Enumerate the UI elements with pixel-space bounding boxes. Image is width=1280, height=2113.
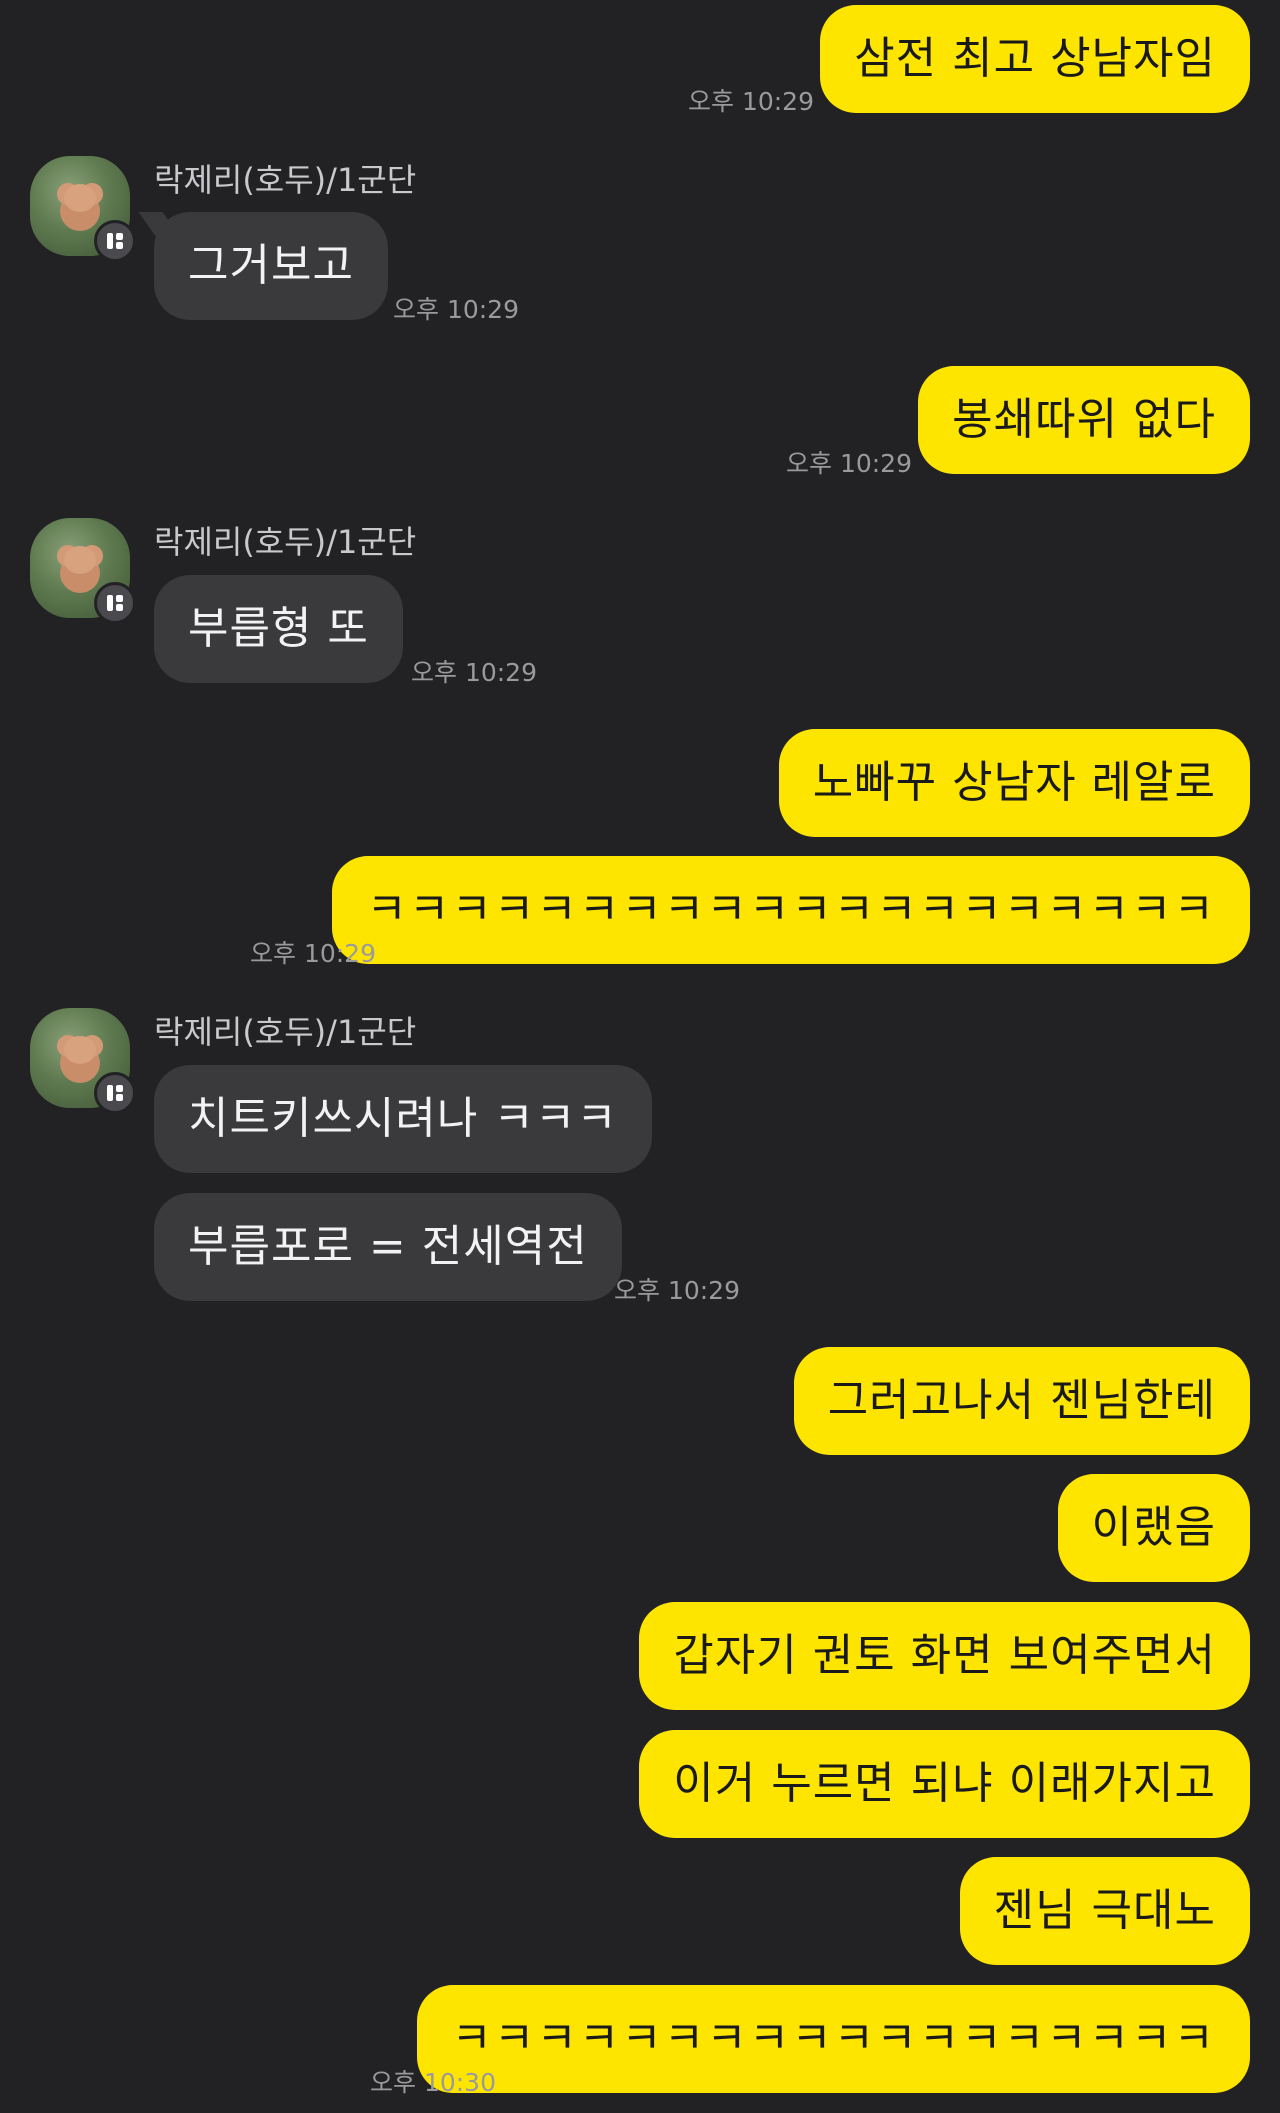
- sender-avatar[interactable]: [30, 518, 136, 624]
- channel-badge-icon: [94, 1072, 136, 1114]
- sender-name: 락제리(호두)/1군단: [154, 1013, 417, 1051]
- message-bubble-outgoing[interactable]: 이거 누르면 되냐 이래가지고: [639, 1730, 1250, 1838]
- message-bubble-outgoing[interactable]: 갑자기 권토 화면 보여주면서: [639, 1602, 1250, 1710]
- message-bubble-outgoing[interactable]: 그러고나서 젠님한테: [793, 1347, 1250, 1455]
- channel-badge-icon: [94, 582, 136, 624]
- message-bubble-incoming[interactable]: 그거보고: [154, 212, 388, 320]
- message-bubble-outgoing[interactable]: 노빠꾸 상남자 레알로: [778, 729, 1250, 837]
- message-bubble-outgoing[interactable]: ㅋㅋㅋㅋㅋㅋㅋㅋㅋㅋㅋㅋㅋㅋㅋㅋㅋㅋㅋㅋ: [332, 856, 1250, 964]
- chat-room[interactable]: 삼전 최고 상남자임 오후 10:29 락제리(호두)/1군단 그거보고 오후 …: [0, 0, 1280, 2113]
- message-timestamp: 오후 10:29: [411, 658, 537, 687]
- message-bubble-incoming[interactable]: 치트키쓰시려나 ㅋㅋㅋ: [154, 1065, 652, 1173]
- message-timestamp: 오후 10:29: [393, 295, 519, 324]
- message-timestamp: 오후 10:29: [614, 1276, 740, 1305]
- message-bubble-outgoing[interactable]: 삼전 최고 상남자임: [820, 5, 1250, 113]
- message-bubble-incoming[interactable]: 부릅포로 = 전세역전: [154, 1193, 622, 1301]
- message-bubble-outgoing[interactable]: ㅋㅋㅋㅋㅋㅋㅋㅋㅋㅋㅋㅋㅋㅋㅋㅋㅋㅋ: [417, 1985, 1250, 2093]
- sender-avatar[interactable]: [30, 156, 136, 262]
- message-bubble-outgoing[interactable]: 이랬음: [1057, 1474, 1250, 1582]
- sender-name: 락제리(호두)/1군단: [154, 523, 417, 561]
- message-timestamp: 오후 10:29: [688, 87, 814, 116]
- message-bubble-outgoing[interactable]: 젠님 극대노: [959, 1857, 1250, 1965]
- message-timestamp: 오후 10:29: [786, 449, 912, 478]
- sender-avatar[interactable]: [30, 1008, 136, 1114]
- channel-badge-icon: [94, 220, 136, 262]
- message-timestamp: 오후 10:29: [250, 939, 376, 968]
- message-timestamp: 오후 10:30: [370, 2068, 496, 2097]
- message-bubble-incoming[interactable]: 부릅형 또: [154, 575, 403, 683]
- sender-name: 락제리(호두)/1군단: [154, 161, 417, 199]
- message-bubble-outgoing[interactable]: 봉쇄따위 없다: [918, 366, 1250, 474]
